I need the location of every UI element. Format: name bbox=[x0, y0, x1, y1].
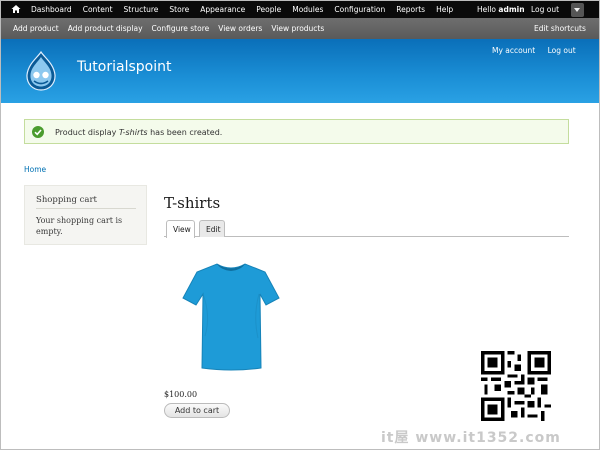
site-header: Tutorialspoint My account Log out bbox=[1, 39, 599, 103]
toolbar-menu: Dashboard Content Structure Store Appear… bbox=[31, 1, 464, 18]
shopping-cart-block: Shopping cart Your shopping cart is empt… bbox=[24, 185, 147, 245]
breadcrumb-home[interactable]: Home bbox=[24, 165, 46, 174]
watermark-text: it屋 www.it1352.com bbox=[381, 430, 561, 446]
shortcut-view-products[interactable]: View products bbox=[271, 24, 324, 33]
tab-edit[interactable]: Edit bbox=[199, 220, 225, 237]
toolbar-item-store[interactable]: Store bbox=[169, 5, 189, 14]
toolbar-item-modules[interactable]: Modules bbox=[292, 5, 323, 14]
secondary-menu: My account Log out bbox=[492, 46, 586, 55]
cart-empty-text: Your shopping cart is empty. bbox=[36, 216, 123, 236]
toolbar-item-appearance[interactable]: Appearance bbox=[200, 5, 245, 14]
tab-view[interactable]: View bbox=[166, 220, 195, 238]
greeting-prefix: Hello bbox=[477, 5, 499, 14]
toolbar-item-reports[interactable]: Reports bbox=[396, 5, 425, 14]
product-price: $100.00 bbox=[164, 390, 198, 399]
username-link[interactable]: admin bbox=[498, 5, 524, 14]
block-divider bbox=[36, 208, 136, 209]
edit-shortcuts-link[interactable]: Edit shortcuts bbox=[534, 24, 586, 33]
shortcut-add-product[interactable]: Add product bbox=[13, 24, 59, 33]
toolbar-item-structure[interactable]: Structure bbox=[124, 5, 159, 14]
toolbar-item-people[interactable]: People bbox=[256, 5, 281, 14]
status-text: Product display T-shirts has been create… bbox=[55, 128, 222, 137]
check-circle-icon bbox=[32, 126, 44, 138]
shortcut-add-product-display[interactable]: Add product display bbox=[68, 24, 143, 33]
user-greeting: Hello admin bbox=[477, 5, 525, 14]
shortcuts-bar: Add product Add product display Configur… bbox=[1, 18, 599, 39]
drupal-drop-logo[interactable] bbox=[23, 51, 59, 91]
admin-toolbar: Dashboard Content Structure Store Appear… bbox=[1, 1, 599, 18]
header-logout-link[interactable]: Log out bbox=[548, 46, 576, 55]
status-message: Product display T-shirts has been create… bbox=[24, 119, 569, 144]
add-to-cart-button[interactable]: Add to cart bbox=[164, 403, 230, 418]
my-account-link[interactable]: My account bbox=[492, 46, 535, 55]
chevron-down-icon[interactable] bbox=[571, 3, 584, 17]
block-title: Shopping cart bbox=[36, 195, 97, 205]
page-title: T-shirts bbox=[164, 194, 221, 212]
site-name[interactable]: Tutorialspoint bbox=[77, 59, 171, 75]
status-suffix: has been created. bbox=[147, 128, 223, 137]
toolbar-item-dashboard[interactable]: Dashboard bbox=[31, 5, 72, 14]
shortcut-configure-store[interactable]: Configure store bbox=[152, 24, 210, 33]
toolbar-item-help[interactable]: Help bbox=[436, 5, 453, 14]
toolbar-logout-link[interactable]: Log out bbox=[531, 5, 559, 14]
product-image bbox=[182, 263, 280, 371]
shortcut-view-orders[interactable]: View orders bbox=[218, 24, 262, 33]
toolbar-item-content[interactable]: Content bbox=[83, 5, 113, 14]
qr-code-image bbox=[481, 351, 551, 421]
status-item-name: T-shirts bbox=[118, 128, 148, 137]
toolbar-item-configuration[interactable]: Configuration bbox=[334, 5, 385, 14]
shortcut-list: Add product Add product display Configur… bbox=[13, 24, 333, 33]
home-icon[interactable] bbox=[11, 4, 21, 14]
status-prefix: Product display bbox=[55, 128, 119, 137]
